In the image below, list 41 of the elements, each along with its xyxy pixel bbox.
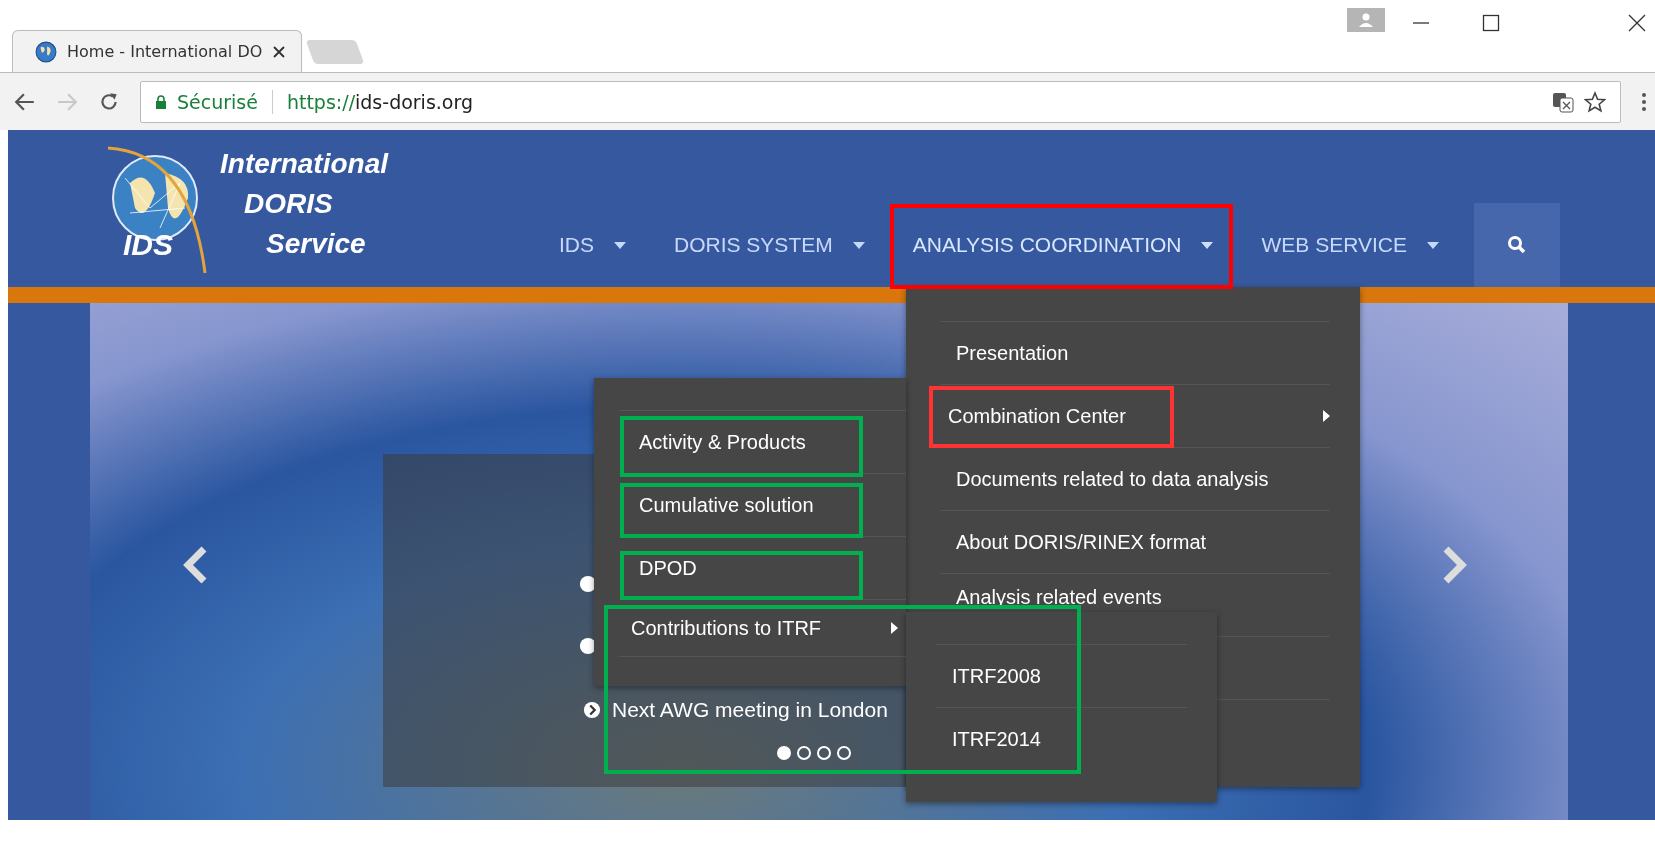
dropdown-menu-item[interactable]: Analysis related events	[956, 586, 1162, 609]
slide-indicator-dot[interactable]	[837, 746, 851, 760]
close-icon[interactable]	[1628, 14, 1646, 32]
logo-text: DORIS	[243, 187, 334, 221]
dropdown-menu-item[interactable]: Documents related to data analysis	[956, 467, 1269, 491]
caret-down-icon	[1201, 241, 1214, 249]
globe-icon	[35, 40, 57, 63]
dropdown-menu-item[interactable]: Presentation	[956, 341, 1069, 365]
security-label: Sécurisé	[177, 90, 258, 113]
caret-down-icon	[852, 241, 865, 249]
maximize-icon[interactable]	[1482, 14, 1500, 32]
dropdown-menu-item[interactable]: About DORIS/RINEX format	[956, 530, 1207, 554]
reload-icon[interactable]	[98, 90, 120, 113]
submenu-item[interactable]: DPOD	[639, 556, 697, 580]
nav-menu-item[interactable]: DORIS SYSTEM	[650, 203, 889, 287]
browser-tab[interactable]: Home - International DO	[12, 30, 302, 72]
caret-down-icon	[1426, 241, 1439, 249]
submenu-item[interactable]: Activity & Products	[639, 430, 806, 454]
nav-menu-item[interactable]: IDS	[535, 203, 650, 287]
dropdown-menu-item[interactable]: Combination Center	[948, 404, 1126, 428]
submenu-item[interactable]: Contributions to ITRF	[631, 616, 822, 640]
slide-indicator-dot[interactable]	[797, 746, 811, 760]
star-icon[interactable]	[1584, 90, 1606, 113]
submenu-item[interactable]: Cumulative solution	[639, 493, 814, 517]
nav-menu-item[interactable]: WEB SERVICE	[1237, 203, 1463, 287]
address-bar[interactable]: Sécurisé https://ids-doris.org	[140, 80, 1621, 123]
tab-title: Home - International DO	[67, 42, 263, 61]
logo-text: International	[220, 147, 388, 181]
slide-caption-link[interactable]: Next AWG meeting in London	[612, 698, 888, 722]
lock-icon	[155, 94, 167, 109]
caret-down-icon	[614, 241, 626, 249]
logo-acronym: IDS	[123, 228, 173, 262]
close-icon[interactable]	[273, 45, 285, 58]
url-text: https://ids-doris.org	[286, 90, 473, 113]
logo-text: Service	[265, 227, 367, 261]
search-icon	[1506, 235, 1527, 255]
submenu-item[interactable]: ITRF2008	[952, 664, 1041, 688]
submenu-item[interactable]: ITRF2014	[952, 727, 1041, 751]
translate-icon[interactable]	[1552, 90, 1574, 113]
menu-icon[interactable]	[1641, 90, 1647, 113]
slide-indicator-dot[interactable]	[817, 746, 831, 760]
